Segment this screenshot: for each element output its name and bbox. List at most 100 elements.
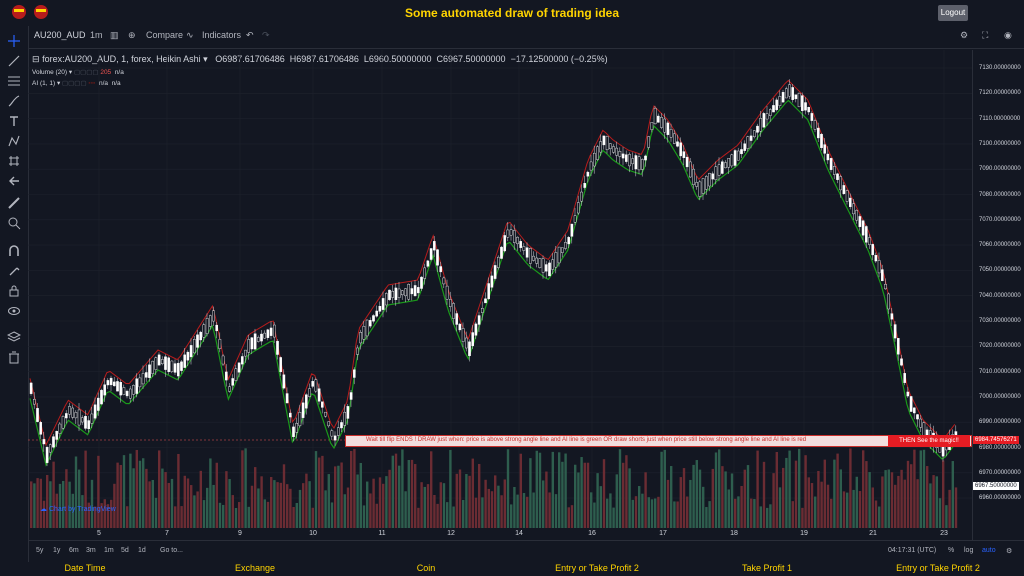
- trendline-icon[interactable]: [7, 54, 21, 68]
- candle: [564, 242, 567, 249]
- candle: [628, 154, 631, 167]
- candle: [868, 237, 871, 245]
- range-1d[interactable]: 1d: [138, 547, 146, 554]
- volume-bar: [382, 483, 385, 528]
- candle: [256, 337, 260, 342]
- price-axis-label: 7070.00000000: [979, 216, 1021, 223]
- pattern-icon[interactable]: [7, 134, 21, 148]
- date-axis-label: 18: [730, 530, 738, 537]
- goto-button[interactable]: Go to...: [160, 547, 183, 554]
- volume-bar: [103, 499, 106, 528]
- indicators-icon[interactable]: ∿: [186, 30, 194, 41]
- layers-icon[interactable]: [7, 330, 21, 344]
- range-1m[interactable]: 1m: [104, 547, 114, 554]
- brush-icon[interactable]: [7, 94, 21, 108]
- trash-icon[interactable]: [7, 350, 21, 364]
- date-axis-label: 19: [800, 530, 808, 537]
- volume-bar: [718, 449, 721, 528]
- price-tag-current: 6967.50000000: [973, 482, 1019, 490]
- candle: [829, 158, 833, 170]
- candle: [599, 141, 602, 153]
- symbol-search[interactable]: AU200_AUD: [34, 30, 86, 40]
- candle: [439, 266, 443, 273]
- range-1y[interactable]: 1y: [53, 547, 60, 554]
- logout-button[interactable]: Logout: [938, 5, 968, 21]
- volume-bar: [209, 458, 212, 528]
- volume-bar: [910, 464, 913, 528]
- volume-bar: [199, 470, 202, 528]
- range-3m[interactable]: 3m: [86, 547, 96, 554]
- volume-bar: [842, 491, 846, 528]
- fullscreen-icon[interactable]: ⛶: [982, 30, 988, 41]
- candle: [333, 435, 337, 441]
- price-axis[interactable]: 7130.00000000 7120.00000000 7110.00000000 7…: [972, 50, 1024, 540]
- snapshot-icon[interactable]: ◉: [1004, 30, 1012, 41]
- crosshair-icon[interactable]: [7, 34, 21, 48]
- banner-text: Wait till flip ENDS ! DRAW just when: pr…: [366, 437, 807, 443]
- compare-icon[interactable]: ⊕: [128, 30, 136, 41]
- range-5d[interactable]: 5d: [121, 547, 129, 554]
- candle: [426, 260, 430, 267]
- interval-button[interactable]: 1m: [90, 30, 103, 40]
- log-toggle[interactable]: log: [964, 547, 973, 554]
- fib-icon[interactable]: [7, 74, 21, 88]
- volume-bar: [788, 450, 791, 528]
- zoom-icon[interactable]: [7, 216, 21, 230]
- lock-icon[interactable]: [7, 284, 21, 298]
- volume-bar: [529, 458, 532, 528]
- candle: [58, 423, 62, 434]
- candle: [417, 287, 420, 294]
- candle: [714, 166, 718, 180]
- brush-icon[interactable]: [7, 264, 21, 278]
- volume-bar: [932, 475, 935, 528]
- redo-icon[interactable]: ↷: [262, 30, 270, 41]
- price-chart[interactable]: [28, 50, 972, 538]
- compare-button[interactable]: Compare: [146, 30, 183, 40]
- candle: [186, 351, 190, 361]
- candle: [545, 264, 548, 272]
- percent-toggle[interactable]: %: [948, 547, 954, 554]
- candle: [836, 173, 839, 180]
- settings-icon[interactable]: ⚙: [960, 30, 968, 41]
- ruler-icon[interactable]: [7, 196, 21, 210]
- volume-bar: [465, 474, 468, 528]
- volume-bar: [420, 482, 423, 528]
- tradingview-watermark[interactable]: ☁ Chart by TradingView: [40, 505, 116, 513]
- indicators-button[interactable]: Indicators: [202, 30, 241, 40]
- range-6m[interactable]: 6m: [69, 547, 79, 554]
- candle: [90, 413, 94, 424]
- chart-toolbar: AU200_AUD 1m ▥ ⊕ Compare ∿ Indicators ↶ …: [0, 24, 1024, 49]
- back-icon[interactable]: [7, 174, 21, 188]
- candle: [362, 326, 366, 340]
- range-5y[interactable]: 5y: [36, 547, 43, 554]
- candle: [218, 339, 222, 349]
- candle: [650, 122, 654, 130]
- candle: [52, 436, 55, 448]
- volume-bar: [794, 460, 798, 528]
- candle: [272, 324, 276, 338]
- text-icon[interactable]: [7, 114, 21, 128]
- volume-bar: [282, 464, 286, 528]
- clock-time[interactable]: 04:17:31 (UTC): [888, 547, 936, 554]
- candle: [445, 285, 449, 300]
- magnet-icon[interactable]: [7, 244, 21, 258]
- candle: [224, 371, 228, 381]
- volume-bar: [398, 465, 401, 528]
- volume-bar: [740, 485, 743, 528]
- prediction-icon[interactable]: [7, 154, 21, 168]
- candle: [916, 414, 919, 420]
- volume-bar: [510, 504, 513, 528]
- settings-icon[interactable]: ⚙: [1006, 547, 1012, 555]
- volume-bar: [503, 479, 506, 528]
- volume-bar: [234, 507, 238, 528]
- auto-toggle[interactable]: auto: [982, 547, 996, 554]
- candle: [285, 393, 289, 404]
- candle: [477, 315, 481, 325]
- chart-style-icon[interactable]: ▥: [110, 30, 119, 41]
- volume-bar: [948, 489, 951, 528]
- undo-icon[interactable]: ↶: [246, 30, 254, 41]
- candle: [554, 252, 558, 268]
- volume-bar: [270, 477, 273, 528]
- volume-bar: [449, 449, 452, 528]
- eye-icon[interactable]: [7, 304, 21, 318]
